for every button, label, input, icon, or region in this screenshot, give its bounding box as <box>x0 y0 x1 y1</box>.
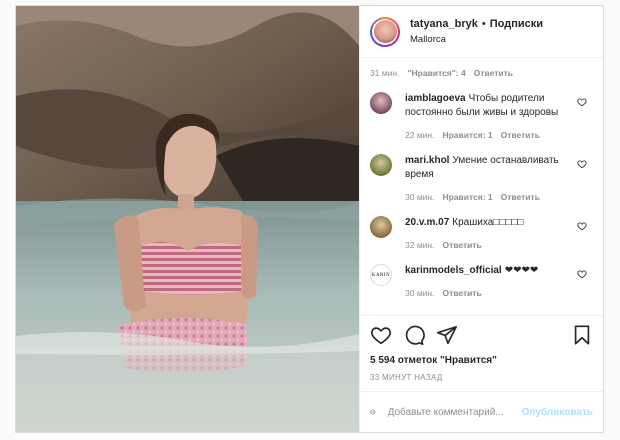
comment-bubble-icon[interactable] <box>403 324 425 346</box>
comment-item: mari.khol Умение останавливать время 30 м… <box>370 154 593 204</box>
post-photo[interactable] <box>16 6 359 432</box>
comment-item: KARIN karinmodels_official ❤❤❤❤ 30 мин. О… <box>370 264 593 300</box>
commenter-avatar[interactable] <box>370 154 392 176</box>
like-count[interactable]: 5 594 отметок "Нравится" <box>370 355 593 366</box>
author-avatar[interactable] <box>370 16 400 47</box>
post-location[interactable]: Mallorca <box>410 32 543 47</box>
heart-icon[interactable] <box>577 159 587 169</box>
post-sidebar: tatyana_bryk • Подписки Mallorca 31 мин.… <box>359 6 603 432</box>
add-comment-bar: Опубликовать <box>360 391 603 432</box>
comment-time[interactable]: 30 мин. <box>405 190 434 204</box>
comment-text: ❤❤❤❤ <box>504 265 539 276</box>
karin-logo: KARIN <box>371 272 391 278</box>
separator-dot: • <box>481 17 486 30</box>
post-actions: 5 594 отметок "Нравится" 33 МИНУТ НАЗАД <box>360 315 603 391</box>
share-send-icon[interactable] <box>436 324 458 346</box>
posted-time[interactable]: 33 МИНУТ НАЗАД <box>370 373 593 382</box>
heart-icon[interactable] <box>577 97 587 107</box>
comment-time[interactable]: 32 мин. <box>405 238 434 252</box>
heart-icon[interactable] <box>577 269 587 279</box>
post-header: tatyana_bryk • Подписки Mallorca <box>360 6 603 58</box>
caption-reply-button[interactable]: Ответить <box>474 68 513 78</box>
commenter-username[interactable]: mari.khol <box>405 155 449 166</box>
comment-input[interactable] <box>385 405 522 419</box>
comment-reply-button[interactable]: Ответить <box>501 128 540 142</box>
comment-likes[interactable]: Нравится: 1 <box>442 128 492 142</box>
comments-list[interactable]: 31 мин. "Нравится": 4 Ответить iamblagoe… <box>360 58 603 315</box>
commenter-avatar[interactable] <box>370 92 392 114</box>
comment-time[interactable]: 22 мин. <box>405 128 434 142</box>
heart-icon[interactable] <box>577 221 587 231</box>
photo-illustration <box>16 6 359 432</box>
comment-reply-button[interactable]: Ответить <box>442 238 481 252</box>
post-card: tatyana_bryk • Подписки Mallorca 31 мин.… <box>15 5 604 433</box>
comment-reply-button[interactable]: Ответить <box>501 190 540 204</box>
comment-reply-button[interactable]: Ответить <box>442 286 481 300</box>
commenter-username[interactable]: 20.v.m.07 <box>405 217 449 228</box>
publish-button[interactable]: Опубликовать <box>522 407 593 418</box>
comment-likes[interactable]: Нравится: 1 <box>442 190 492 204</box>
commenter-avatar[interactable] <box>370 216 392 238</box>
caption-time[interactable]: 31 мин. <box>370 68 399 78</box>
like-heart-icon[interactable] <box>370 324 392 346</box>
commenter-avatar[interactable]: KARIN <box>370 264 392 286</box>
bookmark-icon[interactable] <box>571 324 593 346</box>
comment-item: iamblagoeva Чтобы родители постоянно были… <box>370 92 593 142</box>
comment-item: 20.v.m.07 Крашиха□□□□□ 32 мин. Ответить <box>370 216 593 252</box>
comment-time[interactable]: 30 мин. <box>405 286 434 300</box>
commenter-username[interactable]: iamblagoeva <box>405 93 466 104</box>
emoji-icon[interactable] <box>370 402 376 422</box>
author-username[interactable]: tatyana_bryk <box>410 17 478 32</box>
following-button[interactable]: Подписки <box>490 17 543 32</box>
caption-meta: 31 мин. "Нравится": 4 Ответить <box>370 68 593 78</box>
comment-text: Крашиха□□□□□ <box>452 217 524 228</box>
caption-likes[interactable]: "Нравится": 4 <box>407 68 465 78</box>
commenter-username[interactable]: karinmodels_official <box>405 265 502 276</box>
